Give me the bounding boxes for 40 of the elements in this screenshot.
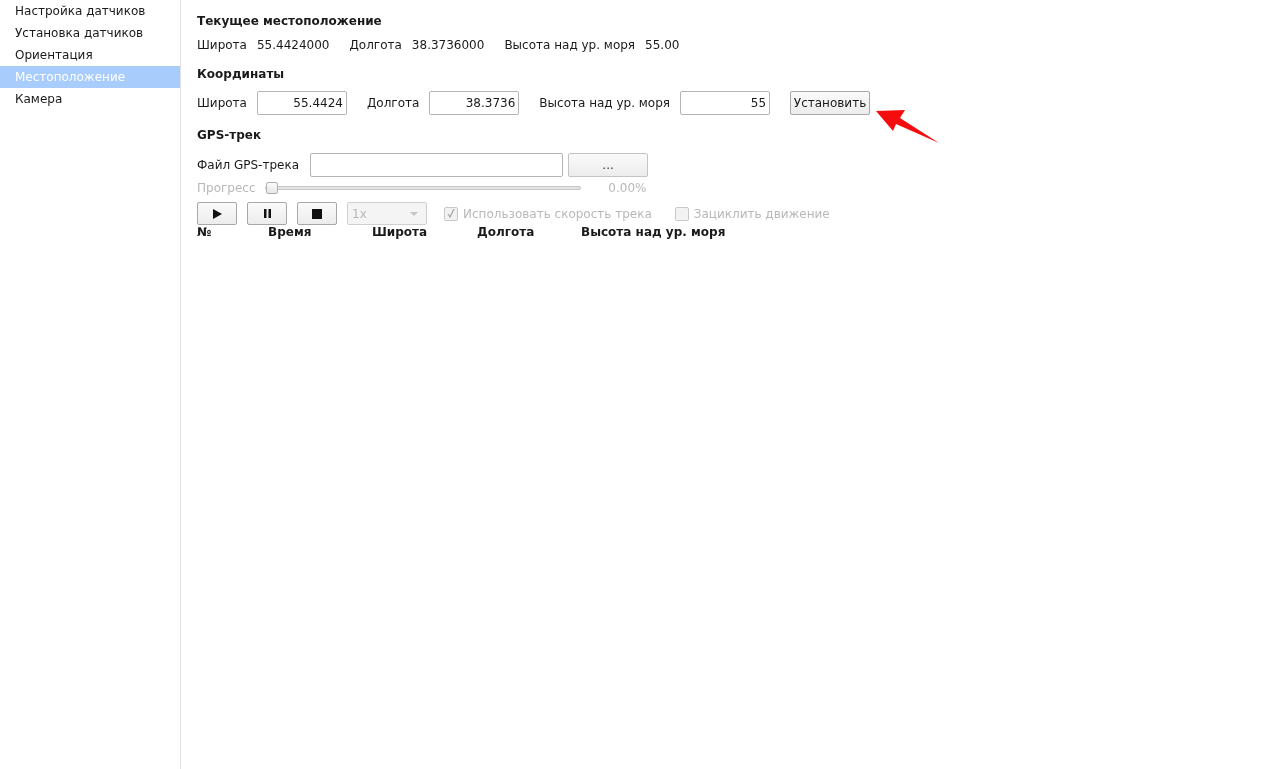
input-field[interactable]: 55.4424 bbox=[256, 90, 347, 115]
input-field[interactable]: 38.3736 bbox=[429, 90, 520, 115]
field-label: Файл GPS-трека bbox=[197, 158, 300, 172]
arrow-icon bbox=[876, 110, 940, 144]
column-header: № bbox=[197, 225, 213, 239]
pause-icon bbox=[263, 209, 271, 218]
play-button[interactable] bbox=[197, 202, 237, 225]
file-input-field[interactable] bbox=[310, 153, 564, 177]
field-value: 55.4424000 bbox=[256, 38, 330, 52]
pause-button[interactable] bbox=[247, 202, 287, 225]
sidebar-item[interactable]: Установка датчиков bbox=[0, 22, 180, 44]
caret-icon bbox=[410, 211, 418, 216]
browse-button[interactable]: ... bbox=[568, 153, 649, 177]
column-header: Долгота bbox=[477, 225, 536, 239]
progress-reading: 0.00% bbox=[607, 181, 647, 195]
field-label: Долгота bbox=[366, 95, 420, 110]
field-label: Высота над ур. моря bbox=[504, 38, 636, 52]
stop-icon bbox=[312, 208, 322, 219]
sidebar-item[interactable]: Камера bbox=[0, 88, 180, 110]
sidebar-item[interactable]: Настройка датчиков bbox=[0, 0, 180, 22]
column-header: Широта bbox=[372, 225, 429, 239]
field-value: 55.00 bbox=[645, 38, 680, 52]
checkbox-label: Использовать скорость трека bbox=[463, 206, 652, 221]
column-header: Время bbox=[268, 225, 313, 239]
stop-button[interactable] bbox=[297, 202, 337, 225]
field-label: Высота над ур. моря bbox=[539, 95, 671, 110]
field-label: Широта bbox=[197, 38, 247, 52]
progress-label: Прогресс bbox=[197, 181, 256, 195]
sidebar-item[interactable]: Ориентация bbox=[0, 44, 180, 66]
play-icon bbox=[212, 208, 222, 219]
field-label: Долгота bbox=[349, 38, 402, 52]
field-value: 38.3736000 bbox=[411, 38, 485, 52]
input-field[interactable]: 55 bbox=[680, 90, 771, 115]
section-title: Текущее местоположение bbox=[197, 13, 382, 29]
field-label: Широта bbox=[197, 95, 247, 110]
column-header: Высота над ур. моря bbox=[581, 225, 726, 239]
section-title: GPS-трек bbox=[197, 127, 262, 143]
checkbox-label: Зациклить движение bbox=[693, 206, 830, 221]
set-button[interactable]: Установить bbox=[790, 90, 871, 115]
section-title: Координаты bbox=[197, 66, 285, 82]
